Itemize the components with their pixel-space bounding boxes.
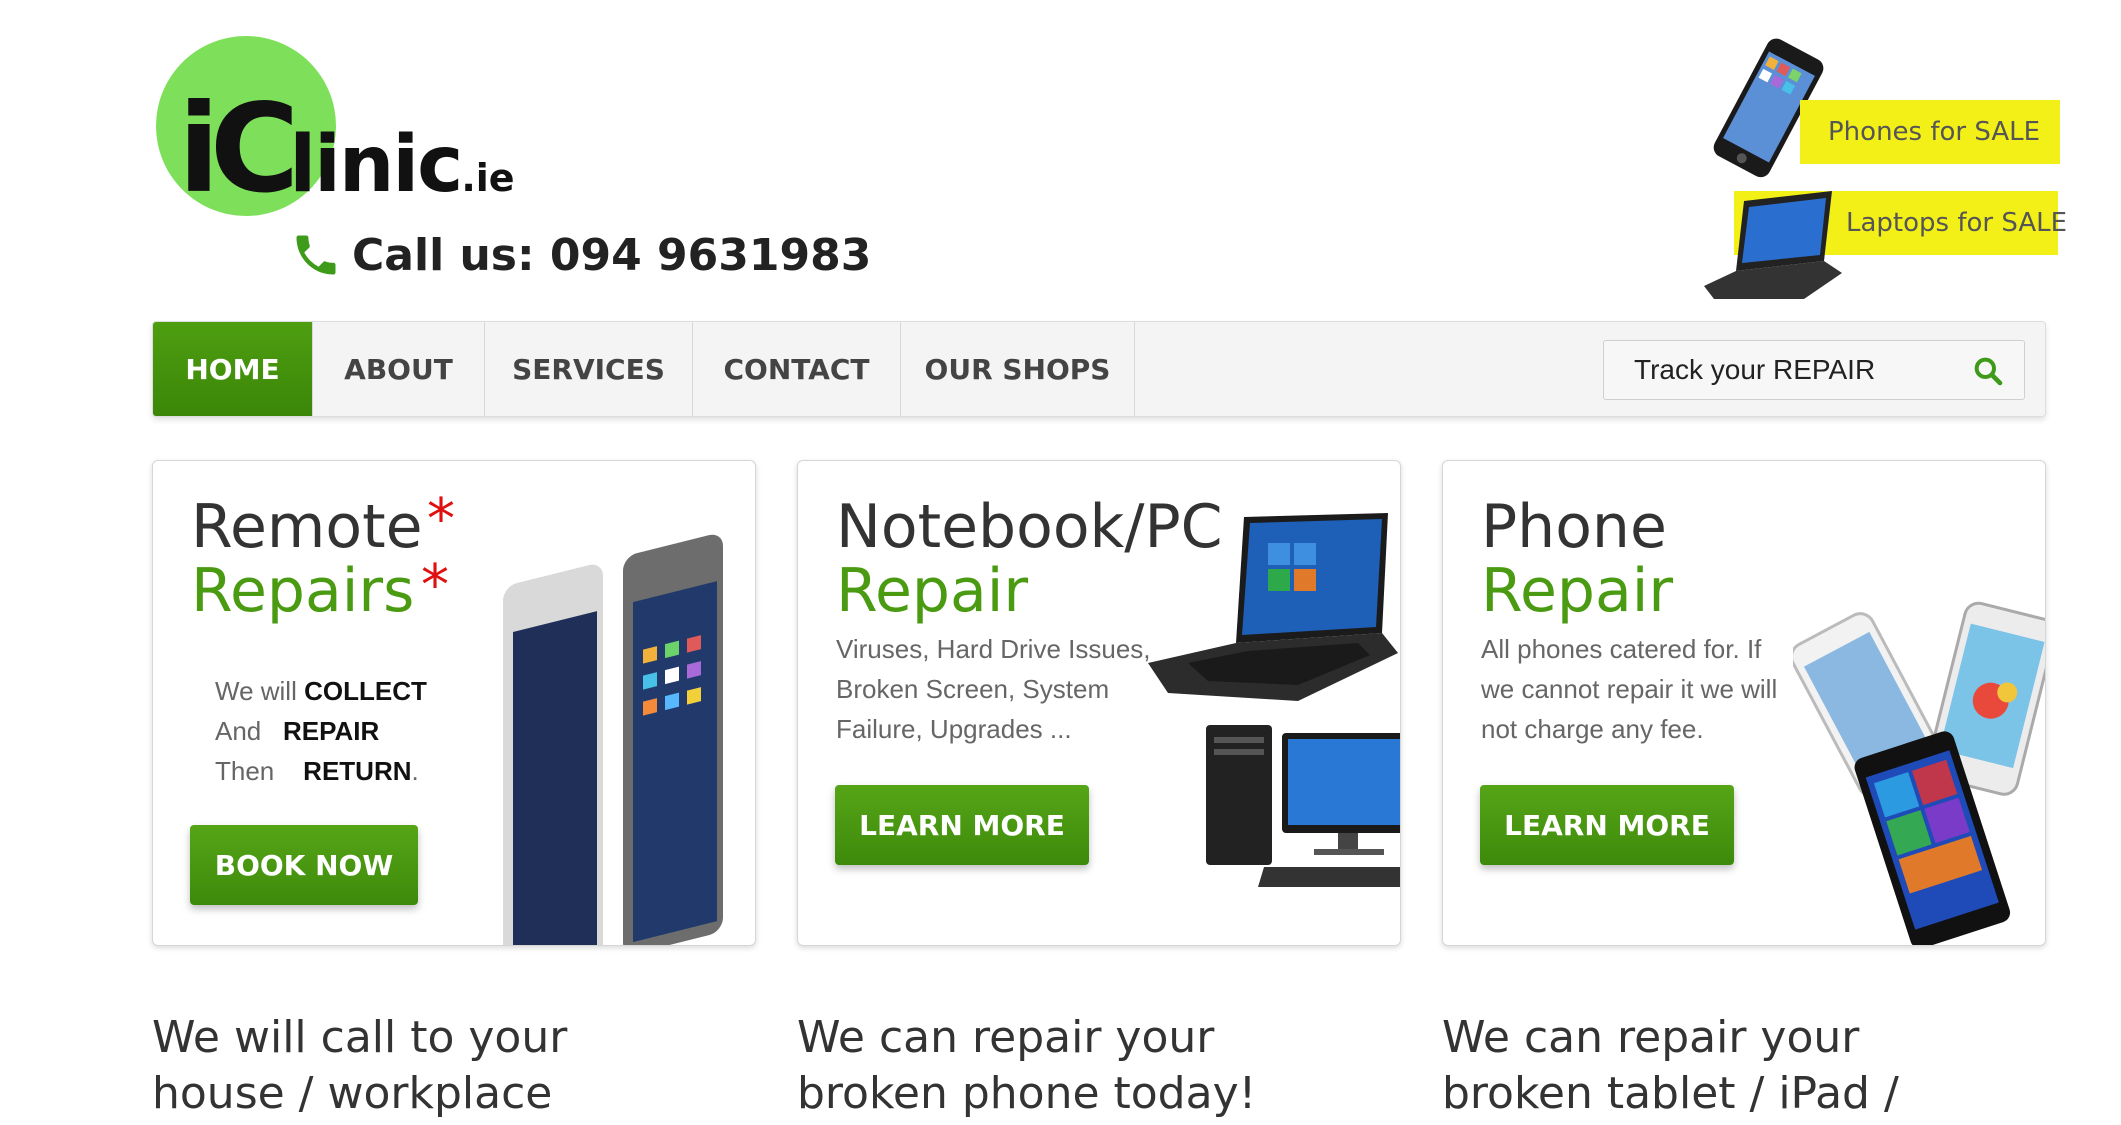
card-title-dark: Phone [1481, 492, 1667, 562]
call-us-text: Call us: 094 9631983 [352, 229, 872, 281]
tagline-tablet-repair: We can repair your broken tablet / iPad … [1442, 1012, 1899, 1125]
laptop-icon [1704, 191, 1842, 299]
tagline-house-call: We will call to your house / workplace [152, 1012, 568, 1119]
card-title-green: Repair [1481, 556, 1674, 626]
nav-our-shops[interactable]: OUR SHOPS [901, 322, 1135, 416]
card-description: All phones catered for. If we cannot rep… [1481, 634, 1778, 744]
card-description: Viruses, Hard Drive Issues, Broken Scree… [836, 634, 1151, 744]
card-title: Phone Repair [1481, 495, 1673, 623]
book-now-button[interactable]: BOOK NOW [190, 825, 418, 905]
nav-about[interactable]: ABOUT [313, 322, 485, 416]
card-title: Remote Repairs [191, 495, 423, 623]
collect-line: We will COLLECT [215, 676, 427, 706]
laptops-for-sale-promo[interactable]: Laptops for SALE [1694, 185, 2074, 305]
asterisk-mark: * [421, 553, 449, 618]
nav-contact[interactable]: CONTACT [693, 322, 901, 416]
learn-more-button[interactable]: LEARN MORE [835, 785, 1089, 865]
desktop-pc-image [1206, 725, 1400, 887]
collect-repair-return: We will COLLECT And REPAIR Then RETURN. [215, 671, 427, 791]
phone-icon [296, 235, 336, 275]
track-repair-input[interactable] [1604, 354, 1944, 386]
tablets-image [503, 534, 723, 945]
phones-for-sale-promo[interactable]: Phones for SALE [1694, 30, 2074, 190]
tagline-phone-repair: We can repair your broken phone today! [797, 1012, 1257, 1119]
track-repair-search [1603, 340, 2025, 400]
phones-image [1793, 601, 2045, 945]
nav-services[interactable]: SERVICES [485, 322, 693, 416]
nav-home[interactable]: HOME [153, 322, 313, 416]
return-line: Then RETURN. [215, 756, 419, 786]
repair-line: And REPAIR [215, 716, 380, 746]
learn-more-button[interactable]: LEARN MORE [1480, 785, 1734, 865]
laptop-image [1148, 513, 1398, 701]
card-notebook-pc-repair: Notebook/PC Repair Viruses, Hard Drive I… [797, 460, 1401, 946]
search-icon[interactable] [1972, 355, 2004, 387]
card-remote-repairs: Remote Repairs * * We will COLLECT And R… [152, 460, 756, 946]
phones-for-sale-label[interactable]: Phones for SALE [1800, 100, 2060, 164]
card-title-green: Repairs [191, 556, 415, 626]
main-nav: HOME ABOUT SERVICES CONTACT OUR SHOPS [152, 321, 2046, 417]
asterisk-mark: * [427, 487, 455, 552]
card-title-dark: Remote [191, 492, 423, 562]
site-logo[interactable]: iClinic.ie [156, 36, 576, 226]
card-phone-repair: Phone Repair All phones catered for. If … [1442, 460, 2046, 946]
logo-wordmark: iClinic.ie [178, 78, 515, 220]
call-us: Call us: 094 9631983 [290, 228, 871, 282]
